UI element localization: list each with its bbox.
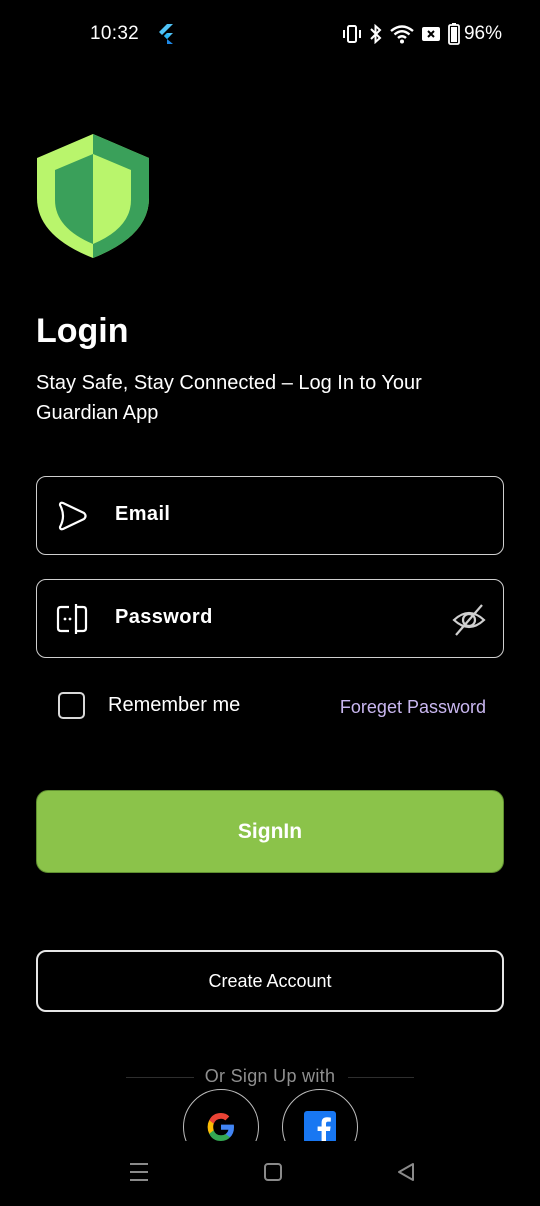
system-nav-bar	[0, 1141, 540, 1206]
home-icon[interactable]	[263, 1161, 283, 1183]
google-signup-button[interactable]	[183, 1089, 259, 1141]
battery-icon	[448, 23, 460, 45]
google-icon	[207, 1113, 234, 1141]
password-field[interactable]: Password	[36, 579, 504, 658]
no-sim-icon	[421, 27, 440, 41]
email-placeholder: Email	[115, 503, 171, 525]
signin-button[interactable]: SignIn	[36, 790, 504, 873]
password-placeholder: Password	[115, 606, 213, 628]
eye-off-icon[interactable]	[451, 602, 487, 638]
back-icon[interactable]	[396, 1161, 416, 1183]
battery-level: 96%	[463, 23, 502, 44]
vibrate-icon	[342, 25, 361, 43]
remember-me-label: Remember me	[108, 694, 241, 716]
forgot-password-link[interactable]: Foreget Password	[340, 697, 486, 718]
login-screen: 10:32 96% Login Stay Safe, Stay Connecte…	[0, 0, 540, 1206]
remember-me-row: Remember me	[58, 692, 240, 719]
status-icons: 96%	[342, 22, 502, 46]
id-card-icon	[56, 604, 88, 634]
menu-icon[interactable]	[129, 1161, 149, 1183]
create-account-button[interactable]: Create Account	[36, 950, 504, 1012]
page-title: Login	[36, 312, 129, 350]
social-divider-text: Or Sign Up with	[204, 1066, 336, 1086]
status-bar: 10:32 96%	[0, 0, 540, 70]
bluetooth-icon	[370, 24, 382, 44]
flutter-icon	[159, 24, 173, 44]
facebook-signup-button[interactable]	[282, 1089, 358, 1141]
facebook-icon	[304, 1111, 336, 1141]
shield-icon	[37, 134, 149, 258]
wifi-icon	[390, 25, 414, 44]
page-subtitle: Stay Safe, Stay Connected – Log In to Yo…	[36, 372, 422, 424]
play-arrow-icon	[58, 501, 87, 531]
email-field[interactable]: Email	[36, 476, 504, 555]
social-buttons	[0, 1085, 540, 1141]
remember-me-checkbox[interactable]	[58, 692, 85, 719]
status-time: 10:32	[90, 23, 140, 44]
